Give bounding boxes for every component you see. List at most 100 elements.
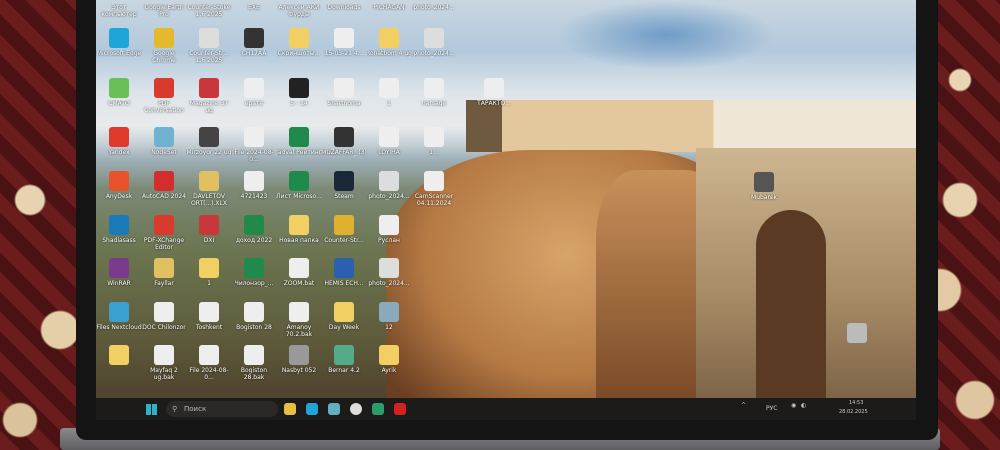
- files-icon[interactable]: [328, 403, 340, 415]
- file-icon: [154, 171, 174, 191]
- file-icon: [244, 127, 264, 147]
- clock-time[interactable]: 14:53: [849, 400, 863, 406]
- desktop-icon[interactable]: Чилонзор_...: [231, 258, 277, 287]
- desktop-icon-label: Magazine 37 ug: [189, 100, 229, 114]
- chevron-up-icon[interactable]: ^: [741, 402, 746, 409]
- desktop-icon[interactable]: 1...: [411, 127, 457, 156]
- desktop-icon[interactable]: photo_2024...: [411, 2, 457, 11]
- file-explorer-icon[interactable]: [284, 403, 296, 415]
- network-icon[interactable]: ◉: [791, 402, 796, 409]
- desktop-icon[interactable]: Shartnoma: [321, 78, 367, 107]
- desktop-icon[interactable]: File 2024-08-0...: [231, 127, 277, 163]
- desktop-icon[interactable]: ZOOM.bat: [276, 258, 322, 287]
- desktop-icon[interactable]: EXE: [231, 2, 277, 11]
- desktop-icon[interactable]: LOYIHA: [366, 127, 412, 156]
- desktop-icon[interactable]: Mayfaq 2 ug.bak: [141, 345, 187, 381]
- file-icon: [109, 78, 129, 98]
- desktop-icon[interactable]: narsage: [411, 78, 457, 107]
- search-box[interactable]: ⚲ Поиск: [166, 401, 278, 417]
- desktop-icon[interactable]: Jadval Рейтинг: [276, 127, 322, 156]
- desktop-icon[interactable]: ерате: [231, 78, 277, 107]
- file-icon: [154, 215, 174, 235]
- desktop-icon[interactable]: Counter-Str...: [321, 215, 367, 244]
- desktop-icon[interactable]: 5 - 14: [276, 78, 322, 107]
- desktop-icon[interactable]: Shadiasass: [96, 215, 142, 244]
- volume-icon[interactable]: ◐: [801, 402, 806, 409]
- file-icon: [109, 171, 129, 191]
- desktop-icon[interactable]: доход 2022: [231, 215, 277, 244]
- desktop-icon[interactable]: Files Nextcloud: [96, 302, 142, 331]
- yandex-browser-icon[interactable]: [350, 403, 362, 415]
- desktop-icon[interactable]: Руслан: [366, 215, 412, 244]
- desktop-icon[interactable]: 12: [366, 302, 412, 331]
- desktop-icon[interactable]: Downloads: [321, 2, 367, 11]
- desktop-icon[interactable]: Алексей АКИ Фурды: [276, 2, 322, 18]
- desktop-icon[interactable]: Ayrik: [366, 345, 412, 374]
- desktop-icon[interactable]: Rohatbom 4 ug: [366, 28, 412, 57]
- desktop-icon[interactable]: DOC Chilonzor: [141, 302, 187, 331]
- desktop-icon[interactable]: [96, 345, 142, 367]
- windows-start-icon[interactable]: [146, 404, 157, 415]
- desktop-icon[interactable]: photo_2024...: [411, 28, 457, 57]
- desktop-icon[interactable]: AutoCAD 2024: [141, 171, 187, 200]
- desktop-icon-label: ZOOM.bat: [283, 280, 315, 287]
- clock-date[interactable]: 28.02.2025: [839, 409, 868, 415]
- desktop-icon[interactable]: MUZAFFAR_ (3): [321, 127, 367, 156]
- desktop-icon[interactable]: HEMIS ECH...: [321, 258, 367, 287]
- desktop-icon-label: AnyDesk: [105, 193, 133, 200]
- desktop-icon[interactable]: Новая папка: [276, 215, 322, 244]
- desktop-icon[interactable]: 1: [186, 258, 232, 287]
- desktop-icon[interactable]: AnyDesk: [96, 171, 142, 200]
- desktop-icon[interactable]: PDF Conversation: [141, 78, 187, 114]
- desktop-icon[interactable]: File 2024-08-0...: [186, 345, 232, 381]
- desktop-icon[interactable]: 1: [366, 78, 412, 107]
- desktop-icon[interactable]: Steam: [321, 171, 367, 200]
- desktop-icon[interactable]: Magazine 37 ug: [186, 78, 232, 114]
- desktop-icon[interactable]: PICHAGAN: [366, 2, 412, 11]
- desktop-icon[interactable]: photo_2024...: [366, 258, 412, 287]
- desktop-icon[interactable]: CamScanner 04.11.2024: [411, 171, 457, 207]
- desktop-icon[interactable]: Counter-Strike 1.6 2025: [186, 2, 232, 18]
- desktop-icon-label: Amanoy 70.2.bak: [285, 324, 313, 338]
- desktop-icon[interactable]: ТАРАКТО...: [471, 78, 517, 107]
- desktop-icon[interactable]: 15-03-21 4...: [321, 28, 367, 57]
- desktop-icon[interactable]: PDF-XChange Editor: [141, 215, 187, 251]
- desktop-icon[interactable]: Day Week: [321, 302, 367, 331]
- desktop-icon[interactable]: DXI: [186, 215, 232, 244]
- desktop-icon-label: Чилонзор_...: [234, 280, 274, 287]
- desktop-icon[interactable]: Nasbyt 052: [276, 345, 322, 374]
- desktop-icon[interactable]: Bogiston 28.bak: [231, 345, 277, 381]
- desktop-icon[interactable]: Google Earth Pro: [141, 2, 187, 18]
- file-icon: [754, 172, 774, 192]
- desktop-icon[interactable]: CMATO: [96, 78, 142, 107]
- desktop-icon[interactable]: Amanoy 70.2.bak: [276, 302, 322, 338]
- desktop-icon[interactable]: Yandex: [96, 127, 142, 156]
- desktop-icon[interactable]: Этот компьютер: [96, 2, 142, 18]
- desktop-icon[interactable]: Скриншоты...: [276, 28, 322, 57]
- desktop-icon[interactable]: Microsoft Edge: [96, 28, 142, 57]
- desktop-icon[interactable]: Counter-Str... 1.6 2025: [186, 28, 232, 64]
- edge-icon[interactable]: [306, 403, 318, 415]
- desktop-icon[interactable]: Toshkent: [186, 302, 232, 331]
- desktop-icon[interactable]: WinRAR: [96, 258, 142, 287]
- youtube-icon[interactable]: [394, 403, 406, 415]
- desktop-icon[interactable]: CH17AA: [231, 28, 277, 57]
- desktop-icon[interactable]: photo_2024...: [366, 171, 412, 200]
- telegram-chrome-icon[interactable]: [372, 403, 384, 415]
- desktop-icon[interactable]: Mirzoyor 22 ug: [186, 127, 232, 156]
- desktop-icon[interactable]: Google Chrome: [141, 28, 187, 64]
- lang-indicator[interactable]: РУС: [766, 405, 777, 412]
- desktop-icon[interactable]: [834, 323, 880, 345]
- desktop-icon[interactable]: Mubarek: [741, 172, 787, 201]
- desktop-icon-label: 4721423: [240, 193, 268, 200]
- desktop-icon[interactable]: NodeSet: [141, 127, 187, 156]
- desktop-icon[interactable]: DAVLETOV ORT(...).XLX: [186, 171, 232, 207]
- desktop-icon[interactable]: Bogiston 28: [231, 302, 277, 331]
- desktop-icon[interactable]: Bernar 4.2: [321, 345, 367, 374]
- desktop-icon[interactable]: 4721423: [231, 171, 277, 200]
- desktop-icon[interactable]: Лист Microso...: [276, 171, 322, 200]
- desktop-icon-label: Fayllar: [154, 280, 174, 287]
- desktop-icon[interactable]: Fayllar: [141, 258, 187, 287]
- desktop-icon-label: DAVLETOV ORT(...).XLX: [191, 193, 227, 207]
- desktop-icon-label: Этот компьютер: [101, 4, 137, 18]
